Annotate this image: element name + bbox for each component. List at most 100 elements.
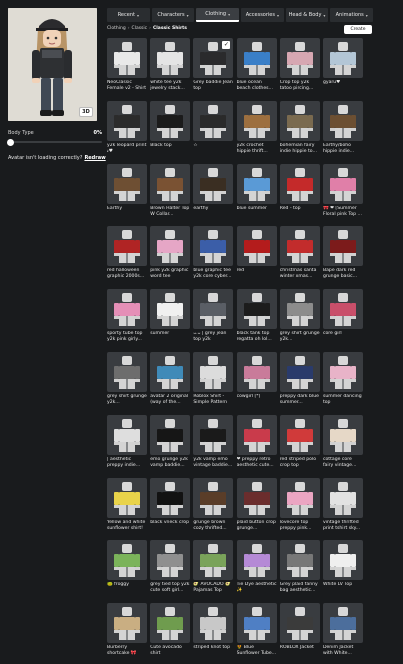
item-thumbnail[interactable] — [279, 289, 320, 330]
item-thumbnail[interactable] — [279, 226, 320, 267]
item-thumbnail[interactable] — [279, 100, 320, 141]
item-thumbnail[interactable] — [107, 603, 147, 644]
item-card[interactable]: blue summer — [236, 163, 277, 227]
item-thumbnail[interactable] — [107, 540, 147, 581]
item-thumbnail[interactable] — [322, 289, 363, 330]
item-thumbnail[interactable] — [279, 414, 320, 455]
item-thumbnail[interactable] — [236, 351, 277, 392]
item-card[interactable]: christmas santa winter xmas... — [279, 226, 320, 289]
item-card[interactable]: gyaru♥ — [322, 38, 363, 101]
item-thumbnail[interactable] — [322, 603, 363, 644]
redraw-link[interactable]: Redraw — [84, 155, 105, 161]
item-thumbnail[interactable] — [193, 603, 234, 644]
item-card[interactable]: blue graphic tee y2k core cyber... — [193, 226, 234, 289]
item-thumbnail[interactable] — [279, 38, 320, 78]
item-thumbnail[interactable] — [236, 540, 277, 581]
item-thumbnail[interactable] — [322, 163, 363, 204]
item-card[interactable]: Bape dark red grunge basic... — [322, 226, 363, 289]
item-card[interactable]: preppy dark blue summer... — [279, 351, 320, 415]
item-card[interactable]: grey shirt grunge y2k... — [107, 351, 147, 415]
item-card[interactable]: emo grunge y2k vamp baddie... — [150, 414, 191, 478]
item-thumbnail[interactable] — [236, 163, 277, 204]
item-thumbnail[interactable] — [322, 38, 363, 78]
item-thumbnail[interactable] — [193, 226, 234, 267]
item-thumbnail[interactable] — [322, 226, 363, 267]
item-card[interactable]: blue ocean beach clothes... — [236, 38, 277, 101]
item-thumbnail[interactable] — [150, 100, 191, 141]
breadcrumb-item[interactable]: Classic — [132, 26, 148, 31]
item-card[interactable]: black tank top regatta oh lol... — [236, 289, 277, 352]
item-thumbnail[interactable] — [107, 351, 147, 392]
item-card[interactable]: ROBLOX Jacket — [279, 603, 320, 664]
item-thumbnail[interactable] — [150, 414, 191, 455]
item-thumbnail[interactable] — [236, 477, 277, 518]
item-thumbnail[interactable] — [107, 414, 147, 455]
item-card[interactable]: Crop top y2k tatoo pircing... — [279, 38, 320, 101]
item-card[interactable]: ☆ — [193, 100, 234, 164]
item-card[interactable]: avatar 2 original (way of the... — [150, 351, 191, 415]
tab-head-body[interactable]: Head & Body ▾ — [285, 8, 329, 22]
item-card[interactable]: pink y2k graphic word tee — [150, 226, 191, 289]
item-card[interactable]: grey shirt grunge y2k... — [279, 289, 320, 352]
item-card[interactable]: striped knot top — [193, 603, 234, 664]
item-thumbnail[interactable] — [193, 540, 234, 581]
item-thumbnail[interactable] — [279, 540, 320, 581]
item-thumbnail[interactable] — [236, 414, 277, 455]
item-card[interactable]: core girl — [322, 289, 363, 352]
breadcrumb-item[interactable]: Clothing — [107, 26, 126, 31]
item-thumbnail[interactable] — [193, 289, 234, 330]
item-card[interactable]: Yellow and white sunflower shirt! — [107, 477, 147, 541]
item-thumbnail[interactable] — [236, 38, 277, 78]
item-card[interactable]: Tie Dye aesthetic ✨ — [236, 540, 277, 603]
item-thumbnail[interactable] — [279, 603, 320, 644]
item-card[interactable]: | aesthetic preppy indie... — [107, 414, 147, 478]
tab-characters[interactable]: Characters ▾ — [151, 8, 195, 22]
item-thumbnail[interactable] — [322, 414, 363, 455]
item-thumbnail[interactable] — [107, 226, 147, 267]
item-card[interactable]: Red - top — [279, 163, 320, 227]
item-card[interactable]: sporty tube top y2k pink girly... — [107, 289, 147, 352]
item-thumbnail[interactable] — [107, 100, 147, 141]
item-thumbnail[interactable] — [322, 351, 363, 392]
item-thumbnail[interactable] — [322, 100, 363, 141]
item-thumbnail[interactable] — [322, 540, 363, 581]
item-card[interactable]: ✓ Grey baddie Jean top — [193, 38, 234, 101]
item-card[interactable]: vintage thrifted print tshirt sky... — [322, 477, 363, 541]
item-thumbnail[interactable] — [107, 163, 147, 204]
item-card[interactable]: y2k crochet hippie thrift... — [236, 100, 277, 164]
item-card[interactable]: NeoClassic Female v2 - Shirt — [107, 38, 147, 101]
item-card[interactable]: Brown Halter Top W Collar... — [150, 163, 191, 227]
item-thumbnail[interactable] — [279, 477, 320, 518]
item-card[interactable]: summer dancing top — [322, 351, 363, 415]
item-thumbnail[interactable] — [193, 163, 234, 204]
item-card[interactable]: ❤ preppy retro aesthetic cute... — [236, 414, 277, 478]
body-type-slider[interactable] — [7, 138, 102, 146]
item-card[interactable]: red — [236, 226, 277, 289]
item-card[interactable]: earthy — [193, 163, 234, 227]
item-card[interactable]: cottage core fairy vintage... — [322, 414, 363, 478]
item-card[interactable]: Grey plaid fanny bag aesthetic... — [279, 540, 320, 603]
item-thumbnail[interactable] — [150, 477, 191, 518]
item-thumbnail[interactable] — [193, 100, 234, 141]
view-3d-toggle[interactable]: 3D — [79, 107, 93, 117]
item-thumbnail[interactable] — [193, 414, 234, 455]
item-thumbnail[interactable] — [150, 289, 191, 330]
avatar-preview[interactable]: 3D — [8, 8, 97, 121]
item-card[interactable]: 🌻 Blue Sunflower Tube... — [236, 603, 277, 664]
item-card[interactable]: y2k leopard print 𝓈♥ — [107, 100, 147, 164]
item-thumbnail[interactable] — [193, 351, 234, 392]
item-thumbnail[interactable] — [150, 603, 191, 644]
item-thumbnail[interactable] — [107, 477, 147, 518]
item-thumbnail[interactable] — [150, 38, 191, 78]
item-thumbnail[interactable] — [150, 351, 191, 392]
item-thumbnail[interactable] — [107, 38, 147, 78]
item-card[interactable]: Earthy — [107, 163, 147, 227]
item-card[interactable]: summer — [150, 289, 191, 352]
item-thumbnail[interactable] — [236, 603, 277, 644]
tab-accessories[interactable]: Accessories ▾ — [241, 8, 284, 22]
slider-knob[interactable] — [7, 138, 14, 146]
item-card[interactable]: White LV Top — [322, 540, 363, 603]
item-thumbnail[interactable] — [236, 100, 277, 141]
item-thumbnail[interactable]: ✓ — [193, 38, 234, 78]
item-card[interactable]: cowgirl [*] — [236, 351, 277, 415]
